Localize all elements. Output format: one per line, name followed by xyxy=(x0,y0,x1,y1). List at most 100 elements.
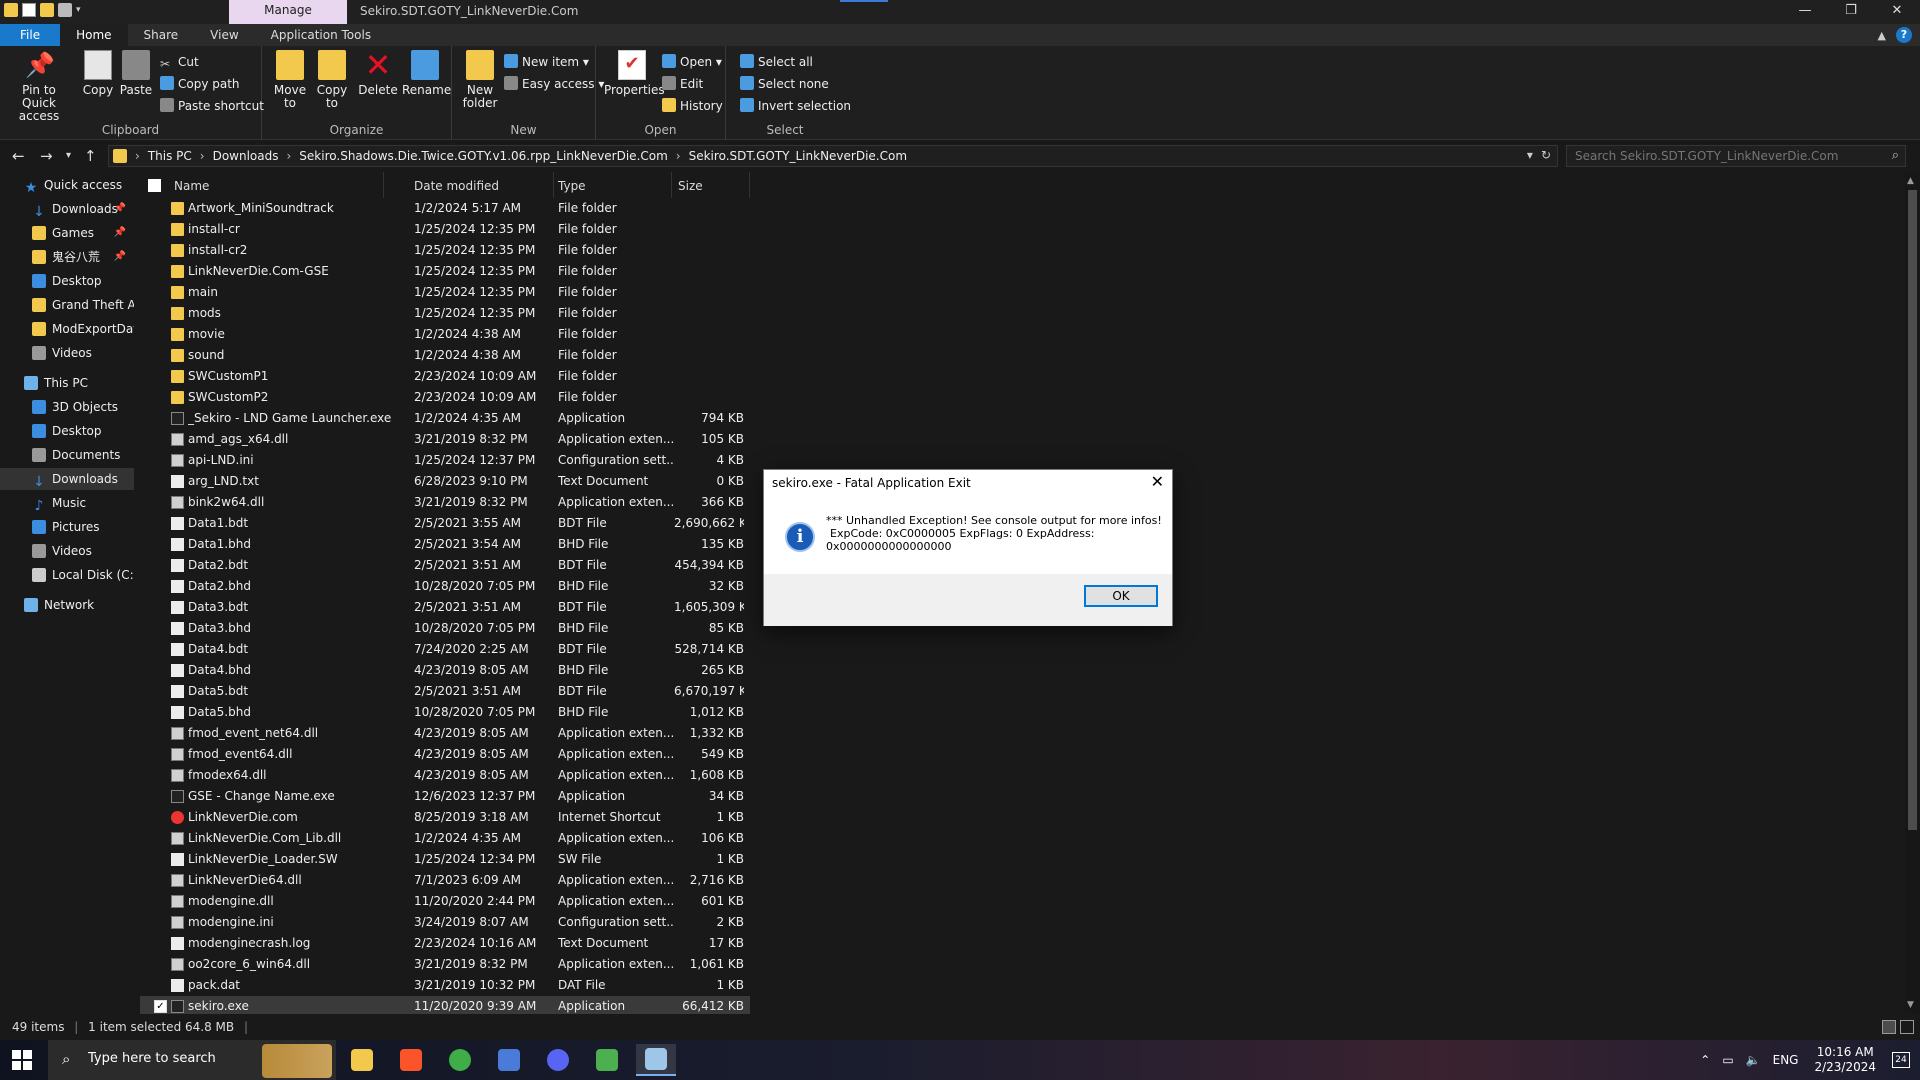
column-header-date[interactable]: Date modified xyxy=(408,172,554,198)
close-button[interactable]: ✕ xyxy=(1874,0,1920,24)
file-row[interactable]: LinkNeverDie.Com_Lib.dll 1/2/2024 4:35 AM… xyxy=(140,828,750,849)
file-row[interactable]: LinkNeverDie64.dll 7/1/2023 6:09 AM Applic… xyxy=(140,870,750,891)
folder-icon[interactable] xyxy=(4,3,18,17)
file-row[interactable]: SWCustomP2 2/23/2024 10:09 AM File folder xyxy=(140,387,750,408)
paste-button[interactable]: Paste xyxy=(118,50,154,97)
rename-button[interactable]: Rename xyxy=(402,50,451,97)
back-arrow-icon[interactable]: ← xyxy=(12,147,25,165)
clock[interactable]: 10:16 AM 2/23/2024 xyxy=(1814,1045,1876,1075)
invert-selection-button[interactable]: Invert selection xyxy=(740,96,851,116)
breadcrumb-current-folder[interactable]: Sekiro.SDT.GOTY_LinkNeverDie.Com xyxy=(689,149,907,163)
search-input[interactable] xyxy=(1567,146,1877,166)
file-row[interactable]: pack.dat 3/21/2019 10:32 PM DAT File 1 KB xyxy=(140,975,750,996)
scroll-down-icon[interactable]: ▼ xyxy=(1907,1000,1914,1010)
breadcrumb-separator-icon[interactable]: › xyxy=(286,149,291,163)
file-row[interactable]: modengine.ini 3/24/2019 8:07 AM Configurat… xyxy=(140,912,750,933)
nav-item-videos[interactable]: Videos xyxy=(0,540,134,562)
large-icons-view-icon[interactable] xyxy=(1900,1020,1914,1034)
file-row[interactable]: LinkNeverDie_Loader.SW 1/25/2024 12:34 PM… xyxy=(140,849,750,870)
select-none-button[interactable]: Select none xyxy=(740,74,829,94)
file-row[interactable]: Data2.bhd 10/28/2020 7:05 PM BHD File 32 KB xyxy=(140,576,750,597)
new-item-button[interactable]: New item ▾ xyxy=(504,52,589,72)
copy-path-button[interactable]: Copy path xyxy=(160,74,240,94)
file-row[interactable]: main 1/25/2024 12:35 PM File folder xyxy=(140,282,750,303)
file-row[interactable]: modengine.dll 11/20/2020 2:44 PM Applicati… xyxy=(140,891,750,912)
file-row[interactable]: fmod_event_net64.dll 4/23/2019 8:05 AM App… xyxy=(140,723,750,744)
file-row[interactable]: LinkNeverDie.com 8/25/2019 3:18 AM Interne… xyxy=(140,807,750,828)
copy-to-button[interactable]: Copy to xyxy=(312,50,352,110)
nav-item-music[interactable]: ♪ Music xyxy=(0,492,134,514)
nav-item-documents[interactable]: Documents xyxy=(0,444,134,466)
forward-arrow-icon[interactable]: → xyxy=(40,147,53,165)
dialog-close-button[interactable]: ✕ xyxy=(1151,472,1164,491)
details-view-icon[interactable] xyxy=(1882,1020,1896,1034)
paste-shortcut-button[interactable]: Paste shortcut xyxy=(160,96,264,116)
brave-icon[interactable] xyxy=(391,1044,431,1076)
search-icon[interactable]: ⌕ xyxy=(1892,148,1899,163)
properties-button[interactable]: ✔ Properties xyxy=(604,50,665,97)
tab-home[interactable]: Home xyxy=(60,24,128,46)
scroll-up-icon[interactable]: ▲ xyxy=(1907,176,1914,186)
file-row[interactable]: install-cr2 1/25/2024 12:35 PM File folder xyxy=(140,240,750,261)
scrollbar-thumb[interactable] xyxy=(1908,190,1917,830)
tab-application-tools[interactable]: Application Tools xyxy=(255,24,387,46)
customize-dropdown-icon[interactable]: ▾ xyxy=(76,3,86,17)
breadcrumb-separator-icon[interactable]: › xyxy=(676,149,681,163)
nav-item-local-disk-c[interactable]: Local Disk (C:) xyxy=(0,564,134,586)
pin-to-quick-access-button[interactable]: 📌 Pin to Quick access xyxy=(4,50,74,123)
file-row[interactable]: mods 1/25/2024 12:35 PM File folder xyxy=(140,303,750,324)
nav-item-videos[interactable]: Videos xyxy=(0,342,134,364)
nav-item-modexportdata[interactable]: ModExportData xyxy=(0,318,134,340)
breadcrumb-this-pc[interactable]: This PC xyxy=(148,149,192,163)
tab-view[interactable]: View xyxy=(194,24,254,46)
column-header-type[interactable]: Type xyxy=(552,172,672,198)
nav-item-desktop[interactable]: Desktop xyxy=(0,420,134,442)
file-row[interactable]: modenginecrash.log 2/23/2024 10:16 AM Text… xyxy=(140,933,750,954)
file-row[interactable]: install-cr 1/25/2024 12:35 PM File folder xyxy=(140,219,750,240)
maximize-button[interactable]: ❐ xyxy=(1828,0,1874,24)
address-dropdown-icon[interactable]: ▾ xyxy=(1527,148,1533,162)
file-explorer-icon[interactable] xyxy=(342,1044,382,1076)
address-bar[interactable]: › This PC › Downloads › Sekiro.Shadows.D… xyxy=(108,145,1558,167)
minecraft-icon[interactable] xyxy=(587,1044,627,1076)
file-row[interactable]: sound 1/2/2024 4:38 AM File folder xyxy=(140,345,750,366)
breadcrumb-downloads[interactable]: Downloads xyxy=(213,149,279,163)
copy-button[interactable]: Copy xyxy=(78,50,118,97)
nav-item-pictures[interactable]: Pictures xyxy=(0,516,134,538)
file-row[interactable]: Data2.bdt 2/5/2021 3:51 AM BDT File 454,394… xyxy=(140,555,750,576)
properties-icon[interactable] xyxy=(22,3,36,17)
app-green-icon[interactable] xyxy=(440,1044,480,1076)
windows-start-icon[interactable] xyxy=(12,1050,32,1070)
nav-item-3d-objects[interactable]: 3D Objects xyxy=(0,396,134,418)
file-row[interactable]: Data4.bhd 4/23/2019 8:05 AM BHD File 265 KB xyxy=(140,660,750,681)
file-row[interactable]: SWCustomP1 2/23/2024 10:09 AM File folder xyxy=(140,366,750,387)
ok-button[interactable]: OK xyxy=(1084,585,1158,607)
breadcrumb-sekiro-parent[interactable]: Sekiro.Shadows.Die.Twice.GOTY.v1.06.rpp_… xyxy=(299,149,668,163)
app-blue-icon[interactable] xyxy=(489,1044,529,1076)
nav-item-downloads[interactable]: ↓ Downloads 📌 xyxy=(0,198,134,220)
collapse-ribbon-icon[interactable]: ▲ xyxy=(1878,29,1886,42)
nav-item-network[interactable]: Network xyxy=(0,594,134,616)
file-row[interactable]: Data3.bhd 10/28/2020 7:05 PM BHD File 85 KB xyxy=(140,618,750,639)
tab-file[interactable]: File xyxy=(0,24,61,46)
nav-item-downloads[interactable]: ↓ Downloads xyxy=(0,468,134,490)
manage-contextual-tab[interactable]: Manage xyxy=(229,0,347,24)
tab-share[interactable]: Share xyxy=(128,24,195,46)
nav-item-desktop[interactable]: Desktop xyxy=(0,270,134,292)
show-hidden-icons-icon[interactable]: ⌃ xyxy=(1700,1053,1710,1067)
file-row[interactable]: _Sekiro - LND Game Launcher.exe 1/2/2024 … xyxy=(140,408,750,429)
file-row[interactable]: Data1.bhd 2/5/2021 3:54 AM BHD File 135 KB xyxy=(140,534,750,555)
network-icon[interactable]: ▭ xyxy=(1722,1053,1733,1067)
nav-item-quick-access[interactable]: ★ Quick access xyxy=(0,174,134,196)
taskbar-search[interactable]: ⌕ Type here to search xyxy=(48,1040,336,1080)
refresh-icon[interactable]: ↻ xyxy=(1541,148,1551,162)
language-indicator[interactable]: ENG xyxy=(1773,1053,1799,1067)
history-button[interactable]: History xyxy=(662,96,723,116)
file-row[interactable]: Data5.bdt 2/5/2021 3:51 AM BDT File 6,670,1… xyxy=(140,681,750,702)
select-all-checkbox[interactable] xyxy=(148,179,161,192)
column-header-size[interactable]: Size xyxy=(672,172,750,198)
discord-icon[interactable] xyxy=(538,1044,578,1076)
active-app-icon[interactable] xyxy=(636,1044,676,1076)
file-row[interactable]: fmodex64.dll 4/23/2019 8:05 AM Application… xyxy=(140,765,750,786)
file-row[interactable]: Data4.bdt 7/24/2020 2:25 AM BDT File 528,71… xyxy=(140,639,750,660)
